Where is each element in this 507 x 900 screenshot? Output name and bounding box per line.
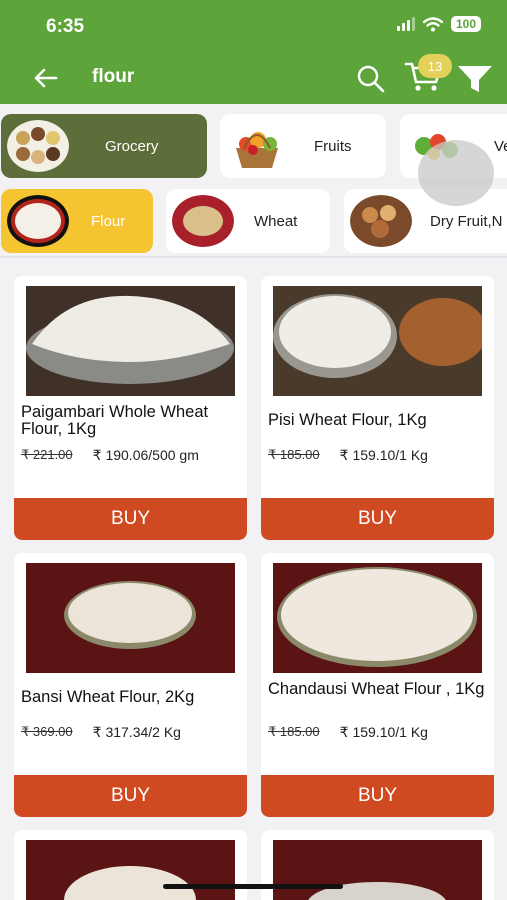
app-header: 6:35 100 flour 13 bbox=[0, 0, 507, 104]
product-card[interactable]: Pisi Wheat Flour, 1Kg ₹ 185.00 ₹ 159.10/… bbox=[261, 276, 494, 540]
wifi-icon bbox=[422, 16, 443, 31]
price-row: ₹ 185.00 ₹ 159.10/1 Kg bbox=[268, 724, 428, 741]
section-divider bbox=[0, 256, 507, 258]
subcategory-chip-flour[interactable]: Flour bbox=[1, 189, 153, 253]
buy-button[interactable]: BUY bbox=[14, 498, 247, 540]
product-card[interactable]: Paigambari Whole Wheat Flour, 1Kg ₹ 221.… bbox=[14, 276, 247, 540]
subcategory-chip-dry-fruit[interactable]: Dry Fruit,N bbox=[344, 189, 507, 253]
mrp-price: ₹ 185.00 bbox=[268, 447, 320, 462]
category-label: Grocery bbox=[105, 137, 159, 155]
sale-price: ₹ 317.34/2 Kg bbox=[92, 724, 181, 740]
fruits-basket-icon bbox=[236, 132, 278, 168]
subcategory-row: Flour Wheat Dry Fruit,N bbox=[0, 189, 507, 255]
mrp-price: ₹ 185.00 bbox=[268, 724, 320, 739]
search-icon[interactable] bbox=[354, 62, 388, 96]
product-image bbox=[273, 840, 482, 900]
product-name: Chandausi Wheat Flour , 1Kg bbox=[268, 680, 485, 698]
subcategory-chip-wheat[interactable]: Wheat bbox=[166, 189, 330, 253]
product-image bbox=[273, 563, 482, 673]
search-query-title[interactable]: flour bbox=[92, 66, 134, 88]
product-image bbox=[273, 286, 482, 396]
status-icons: 100 bbox=[396, 16, 481, 32]
product-card[interactable]: Chandausi Wheat Flour , 1Kg ₹ 185.00 ₹ 1… bbox=[261, 553, 494, 817]
price-row: ₹ 369.00 ₹ 317.34/2 Kg bbox=[21, 724, 181, 741]
product-image bbox=[26, 563, 235, 673]
category-label: Fruits bbox=[314, 137, 352, 155]
home-indicator[interactable] bbox=[163, 884, 343, 889]
floating-overlay-button[interactable] bbox=[418, 140, 494, 206]
product-name: Paigambari Whole Wheat Flour, 1Kg bbox=[21, 403, 209, 438]
flour-bowl-thumbnail bbox=[7, 195, 69, 247]
price-row: ₹ 221.00 ₹ 190.06/500 gm bbox=[21, 447, 199, 464]
sale-price: ₹ 159.10/1 Kg bbox=[339, 724, 428, 740]
status-time: 6:35 bbox=[46, 16, 85, 37]
mrp-price: ₹ 221.00 bbox=[21, 447, 73, 462]
signal-icon bbox=[396, 17, 415, 31]
price-row: ₹ 185.00 ₹ 159.10/1 Kg bbox=[268, 447, 428, 464]
filter-icon[interactable] bbox=[457, 64, 493, 94]
grocery-thumbnail bbox=[7, 120, 69, 172]
mrp-price: ₹ 369.00 bbox=[21, 724, 73, 739]
product-name: Bansi Wheat Flour, 2Kg bbox=[21, 688, 195, 706]
product-image bbox=[26, 840, 235, 900]
product-name: Pisi Wheat Flour, 1Kg bbox=[268, 411, 427, 429]
product-card-partial[interactable] bbox=[261, 830, 494, 900]
product-card-partial[interactable] bbox=[14, 830, 247, 900]
sale-price: ₹ 190.06/500 gm bbox=[92, 447, 199, 463]
category-chip-grocery[interactable]: Grocery bbox=[1, 114, 207, 178]
subcategory-label: Dry Fruit,N bbox=[430, 212, 503, 230]
back-arrow-icon[interactable] bbox=[28, 60, 64, 96]
battery-indicator: 100 bbox=[450, 16, 481, 32]
product-card[interactable]: Bansi Wheat Flour, 2Kg ₹ 369.00 ₹ 317.34… bbox=[14, 553, 247, 817]
buy-button[interactable]: BUY bbox=[14, 775, 247, 817]
dry-fruit-thumbnail bbox=[350, 195, 412, 247]
wheat-bowl-thumbnail bbox=[172, 195, 234, 247]
cart-count-badge: 13 bbox=[418, 54, 452, 78]
category-label: Ve bbox=[494, 137, 507, 155]
buy-button[interactable]: BUY bbox=[261, 498, 494, 540]
category-chip-fruits[interactable]: Fruits bbox=[220, 114, 386, 178]
subcategory-label: Wheat bbox=[254, 212, 298, 230]
product-image bbox=[26, 286, 235, 396]
sale-price: ₹ 159.10/1 Kg bbox=[339, 447, 428, 463]
subcategory-label: Flour bbox=[91, 212, 126, 230]
buy-button[interactable]: BUY bbox=[261, 775, 494, 817]
